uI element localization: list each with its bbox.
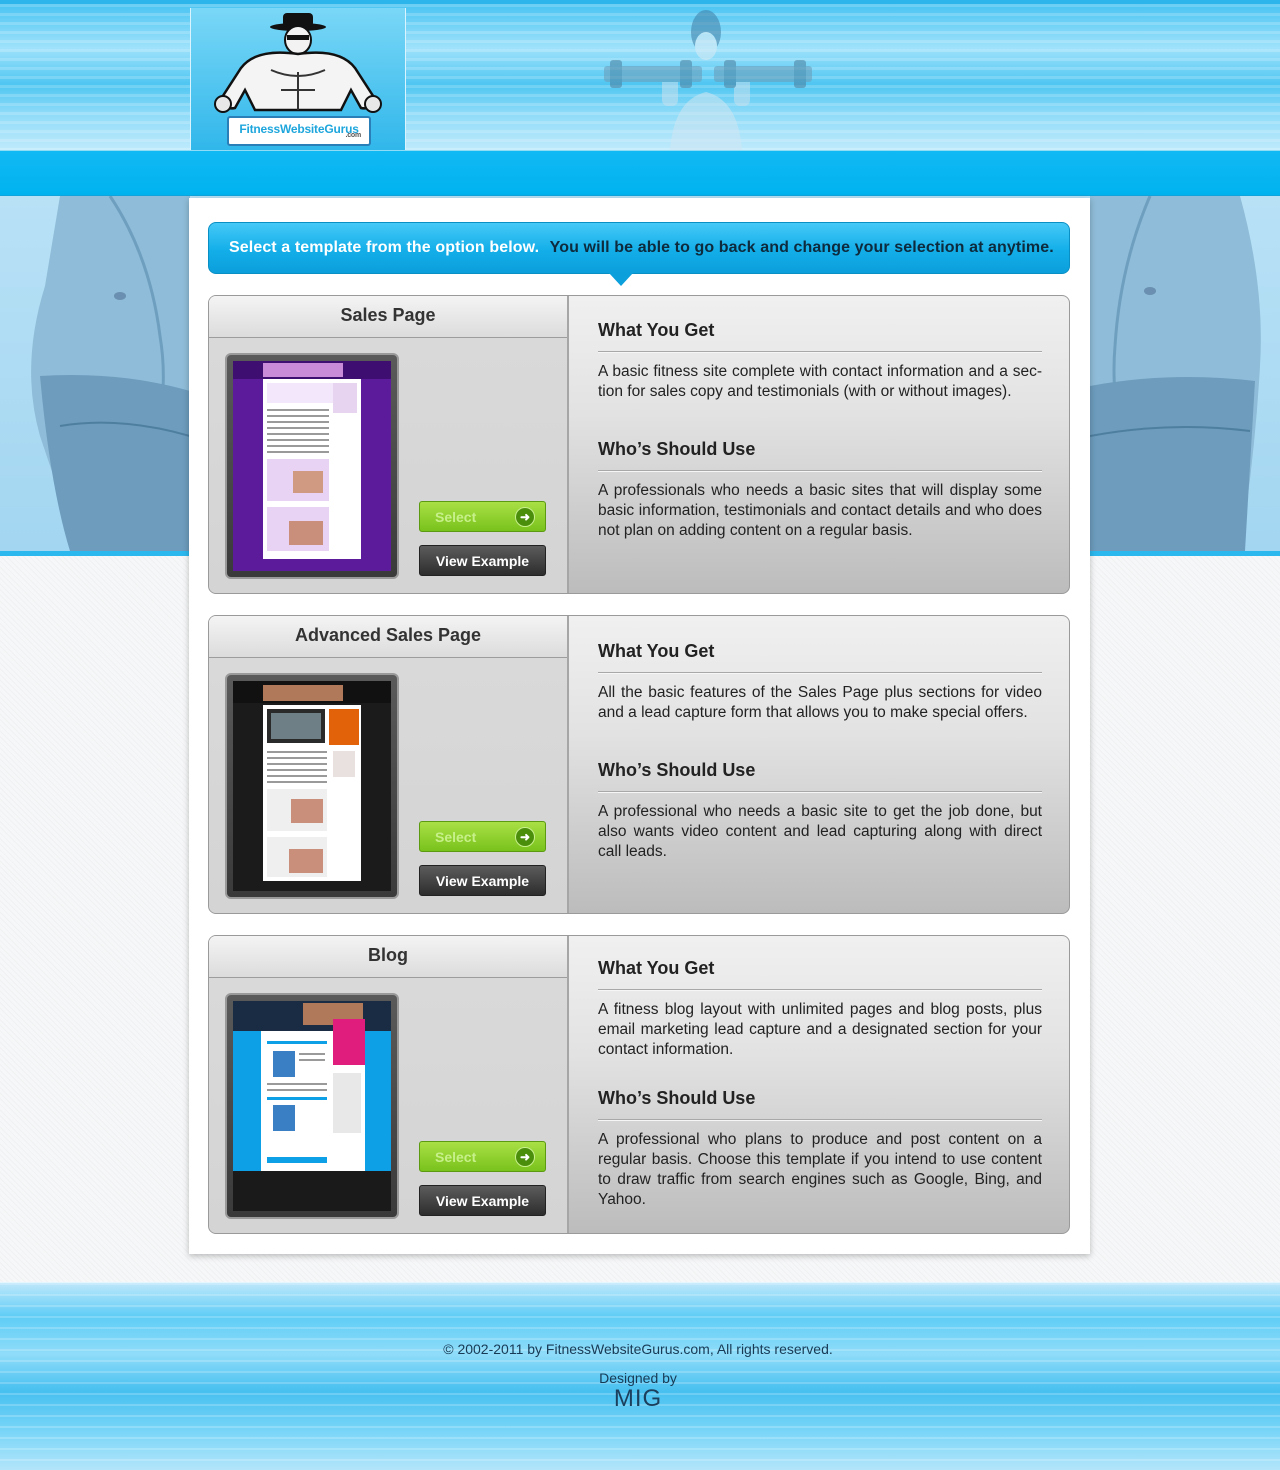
- who-should-use-heading: Who’s Should Use: [598, 439, 1042, 471]
- preview-frame[interactable]: [225, 353, 399, 579]
- card-title: Advanced Sales Page: [209, 616, 567, 658]
- what-you-get-text: All the basic features of the Sales Page…: [598, 684, 1042, 721]
- card-preview-area: Sales Page Select ➜ View Example: [209, 296, 569, 593]
- what-you-get-heading: What You Get: [598, 641, 1042, 673]
- site-logo[interactable]: FitnessWebsiteGurus .com: [190, 8, 406, 154]
- what-you-get-heading: What You Get: [598, 958, 1042, 990]
- view-example-button[interactable]: View Example: [419, 545, 546, 576]
- preview-frame[interactable]: [225, 673, 399, 899]
- card-title: Blog: [209, 936, 567, 978]
- what-you-get-text: A fitness blog layout with unlimited pag…: [598, 1001, 1042, 1058]
- logo-name: FitnessWebsiteGurus: [239, 122, 359, 136]
- select-button[interactable]: Select ➜: [419, 1141, 546, 1172]
- banner-pointer-icon: [609, 273, 633, 286]
- template-card-sales-page: Sales Page Select ➜ View Example What Yo…: [208, 295, 1070, 594]
- designer-name[interactable]: MIG: [0, 1385, 1276, 1413]
- card-description: What You Get All the basic features of t…: [598, 616, 1042, 862]
- advanced-sales-page-thumbnail-icon: [233, 681, 391, 891]
- preview-frame[interactable]: [225, 993, 399, 1219]
- header: FitnessWebsiteGurus .com: [0, 0, 1280, 154]
- card-description: What You Get A basic fitness site comple…: [598, 296, 1042, 541]
- select-button-label: Select: [435, 829, 477, 845]
- card-description: What You Get A fitness blog layout with …: [598, 936, 1042, 1210]
- select-button-label: Select: [435, 509, 477, 525]
- select-button[interactable]: Select ➜: [419, 821, 546, 852]
- card-title: Sales Page: [209, 296, 567, 338]
- banner-instruction: Select a template from the option below.: [229, 239, 540, 256]
- who-should-use-heading: Who’s Should Use: [598, 760, 1042, 792]
- select-button[interactable]: Select ➜: [419, 501, 546, 532]
- view-example-button[interactable]: View Example: [419, 1185, 546, 1216]
- who-should-use-text: A professionals who needs a basic sites …: [598, 482, 1042, 539]
- view-example-button[interactable]: View Example: [419, 865, 546, 896]
- who-should-use-text: A professional who needs a basic site to…: [598, 803, 1042, 860]
- arrow-right-icon: ➜: [515, 507, 535, 527]
- blog-thumbnail-icon: [233, 1001, 391, 1211]
- arrow-right-icon: ➜: [515, 1147, 535, 1167]
- designed-by-label: Designed by: [599, 1370, 677, 1386]
- logo-wordmark: FitnessWebsiteGurus .com: [227, 116, 371, 146]
- sales-page-thumbnail-icon: [233, 361, 391, 571]
- arrow-right-icon: ➜: [515, 827, 535, 847]
- card-preview-area: Blog Select ➜ View Example: [209, 936, 569, 1233]
- what-you-get-heading: What You Get: [598, 320, 1042, 352]
- fitness-model-dumbbells-icon: [604, 10, 812, 150]
- logo-suffix: .com: [345, 132, 361, 139]
- card-preview-area: Advanced Sales Page Select ➜ View Exampl…: [209, 616, 569, 913]
- template-card-advanced-sales-page: Advanced Sales Page Select ➜ View Exampl…: [208, 615, 1070, 914]
- bodybuilder-mascot-icon: [214, 13, 382, 113]
- copyright-text: © 2002-2011 by FitnessWebsiteGurus.com, …: [443, 1341, 833, 1357]
- template-selection-panel: Select a template from the option below.…: [189, 198, 1090, 1254]
- select-button-label: Select: [435, 1149, 477, 1165]
- instruction-banner: Select a template from the option below.…: [208, 222, 1070, 286]
- who-should-use-heading: Who’s Should Use: [598, 1088, 1042, 1120]
- template-card-blog: Blog Select ➜ View Example What You Get …: [208, 935, 1070, 1234]
- torso-right-image-icon: [1090, 196, 1261, 551]
- banner-note: You will be able to go back and change y…: [549, 239, 1054, 256]
- what-you-get-text: A basic fitness site complete with conta…: [598, 363, 1042, 400]
- nav-bar: [0, 150, 1280, 197]
- who-should-use-text: A professional who plans to produce and …: [598, 1131, 1042, 1208]
- torso-left-image-icon: [31, 196, 190, 551]
